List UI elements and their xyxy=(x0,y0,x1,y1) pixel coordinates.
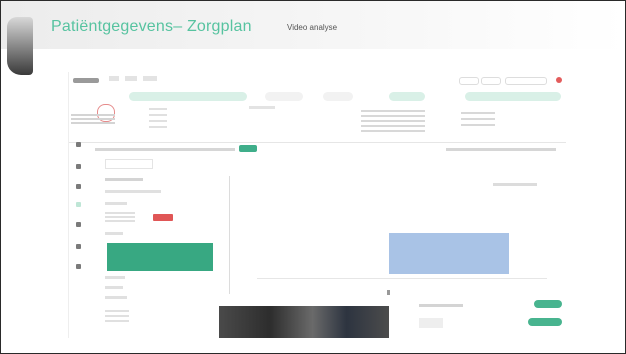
video-info-text xyxy=(419,304,463,307)
page-curl-decoration xyxy=(7,17,33,75)
nav-shortcut[interactable] xyxy=(481,77,501,85)
graph-axis xyxy=(257,278,547,279)
video-info-field[interactable] xyxy=(419,318,443,328)
patient-info-strip xyxy=(69,104,566,143)
patient-details-text xyxy=(361,110,425,134)
patient-field-text xyxy=(249,106,275,109)
list-item[interactable] xyxy=(105,232,123,235)
header-links[interactable] xyxy=(446,148,556,151)
video-save-button[interactable] xyxy=(528,318,562,326)
app-top-nav xyxy=(69,72,566,90)
graph-bar xyxy=(389,233,509,274)
patient-meta-text xyxy=(461,112,495,128)
timeline-marker[interactable] xyxy=(387,290,390,295)
app-logo xyxy=(73,78,99,83)
select-dropdown[interactable] xyxy=(105,159,153,169)
patient-name-text xyxy=(71,114,115,126)
list-item[interactable] xyxy=(105,190,161,193)
tab-active[interactable] xyxy=(129,92,247,101)
video-player[interactable] xyxy=(219,306,389,338)
rail-icon[interactable] xyxy=(76,264,81,269)
tab[interactable] xyxy=(465,92,561,101)
nav-item[interactable] xyxy=(109,76,119,81)
nav-item[interactable] xyxy=(143,76,157,81)
rail-icon[interactable] xyxy=(76,142,81,147)
video-action-button[interactable] xyxy=(534,300,562,308)
list-item[interactable] xyxy=(105,212,135,222)
tab[interactable] xyxy=(323,92,353,101)
nav-item[interactable] xyxy=(125,76,137,81)
presentation-slide: Patiëntgegevens– Zorgplan Video analyse xyxy=(0,0,626,354)
breadcrumb[interactable] xyxy=(95,148,235,151)
list-item[interactable] xyxy=(105,296,127,299)
left-icon-rail xyxy=(73,140,85,300)
tab-strip xyxy=(69,92,566,104)
list-item[interactable] xyxy=(105,276,125,279)
panel-divider xyxy=(229,176,230,294)
list-item[interactable] xyxy=(105,286,123,289)
rail-icon-active[interactable] xyxy=(76,202,81,207)
list-item[interactable] xyxy=(105,202,127,205)
rail-icon[interactable] xyxy=(76,222,81,227)
notification-badge[interactable] xyxy=(556,77,562,83)
slide-title: Patiëntgegevens– Zorgplan xyxy=(51,18,252,35)
list-item-selected[interactable] xyxy=(107,243,213,271)
graph-bar-end xyxy=(509,244,545,270)
slide-subtitle: Video analyse xyxy=(287,23,338,32)
patient-fields-text xyxy=(149,108,167,130)
rail-icon[interactable] xyxy=(76,244,81,249)
status-badge xyxy=(239,145,257,152)
search-input[interactable] xyxy=(505,77,547,85)
list-header xyxy=(105,178,143,181)
list-item[interactable] xyxy=(105,310,129,324)
app-screenshot xyxy=(68,72,566,338)
tab[interactable] xyxy=(265,92,303,101)
tab[interactable] xyxy=(389,92,425,101)
rail-icon[interactable] xyxy=(76,164,81,169)
rail-icon[interactable] xyxy=(76,184,81,189)
nav-shortcut[interactable] xyxy=(459,77,479,85)
graph-legend xyxy=(493,183,537,186)
delete-button[interactable] xyxy=(153,214,173,221)
